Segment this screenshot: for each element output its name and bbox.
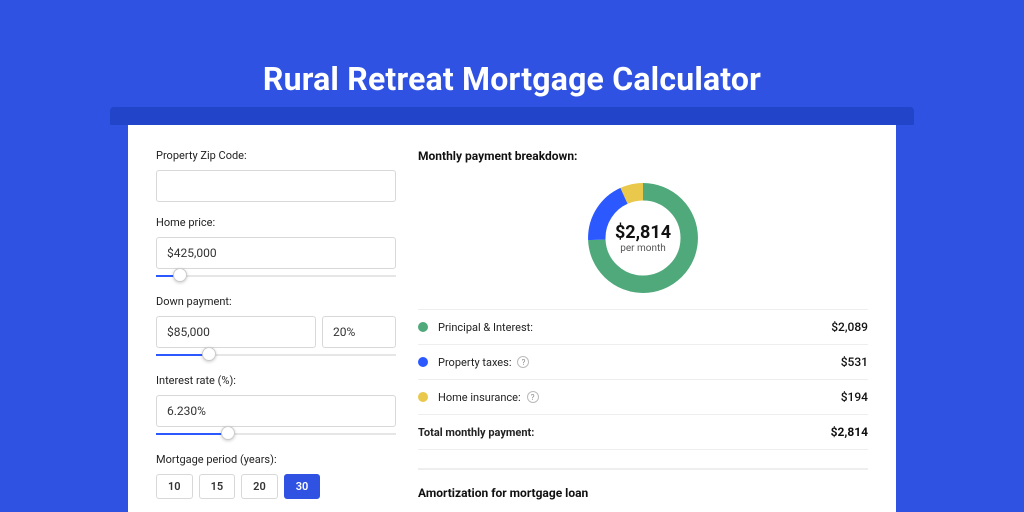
- legend-row: Home insurance:?$194: [418, 380, 868, 415]
- breakdown-column: Monthly payment breakdown: $2,814 per mo…: [418, 149, 868, 512]
- calculator-card: Property Zip Code: Home price: Down paym…: [128, 125, 896, 512]
- legend-total-value: $2,814: [831, 425, 868, 439]
- period-buttons: 10152030: [156, 474, 396, 499]
- down-payment-slider-thumb[interactable]: [202, 347, 216, 361]
- period-btn-30[interactable]: 30: [284, 474, 321, 499]
- period-btn-10[interactable]: 10: [156, 474, 193, 499]
- legend-value: $2,089: [831, 320, 868, 334]
- period-label: Mortgage period (years):: [156, 453, 396, 466]
- page-title: Rural Retreat Mortgage Calculator: [0, 0, 1024, 98]
- down-payment-field: Down payment:: [156, 295, 396, 360]
- interest-slider[interactable]: [156, 429, 396, 439]
- period-btn-15[interactable]: 15: [199, 474, 236, 499]
- legend-label: Home insurance:?: [438, 391, 841, 404]
- legend-row: Principal & Interest:$2,089: [418, 310, 868, 345]
- home-price-slider-thumb[interactable]: [173, 268, 187, 282]
- zip-field: Property Zip Code:: [156, 149, 396, 202]
- legend-dot: [418, 357, 428, 367]
- home-price-field: Home price:: [156, 216, 396, 281]
- help-icon[interactable]: ?: [527, 391, 539, 403]
- legend-value: $194: [841, 390, 868, 404]
- interest-field: Interest rate (%):: [156, 374, 396, 439]
- legend-total-label: Total monthly payment:: [418, 426, 831, 439]
- legend-label: Principal & Interest:: [438, 321, 831, 334]
- help-icon[interactable]: ?: [517, 356, 529, 368]
- legend-dot: [418, 392, 428, 402]
- amortization-title: Amortization for mortgage loan: [418, 486, 868, 500]
- home-price-label: Home price:: [156, 216, 396, 229]
- donut-center-amount: $2,814: [615, 222, 671, 243]
- donut-chart: $2,814 per month: [418, 171, 868, 309]
- home-price-input[interactable]: [156, 237, 396, 269]
- interest-input[interactable]: [156, 395, 396, 427]
- period-field: Mortgage period (years): 10152030: [156, 453, 396, 499]
- legend-row: Property taxes:?$531: [418, 345, 868, 380]
- form-column: Property Zip Code: Home price: Down paym…: [156, 149, 396, 512]
- card-top-shadow: [110, 107, 914, 125]
- amortization-section: Amortization for mortgage loan Amortizat…: [418, 468, 868, 512]
- zip-input[interactable]: [156, 170, 396, 202]
- breakdown-legend: Principal & Interest:$2,089Property taxe…: [418, 309, 868, 450]
- page: Rural Retreat Mortgage Calculator Proper…: [0, 0, 1024, 512]
- down-payment-pct-input[interactable]: [322, 316, 396, 348]
- down-payment-label: Down payment:: [156, 295, 396, 308]
- interest-slider-thumb[interactable]: [221, 426, 235, 440]
- legend-label: Property taxes:?: [438, 356, 841, 369]
- period-btn-20[interactable]: 20: [241, 474, 278, 499]
- donut-center-sub: per month: [620, 243, 666, 254]
- home-price-slider[interactable]: [156, 271, 396, 281]
- interest-label: Interest rate (%):: [156, 374, 396, 387]
- breakdown-header: Monthly payment breakdown:: [418, 149, 868, 163]
- legend-dot: [418, 322, 428, 332]
- down-payment-slider[interactable]: [156, 350, 396, 360]
- legend-value: $531: [841, 355, 868, 369]
- zip-label: Property Zip Code:: [156, 149, 396, 162]
- down-payment-amount-input[interactable]: [156, 316, 316, 348]
- legend-row-total: Total monthly payment:$2,814: [418, 415, 868, 450]
